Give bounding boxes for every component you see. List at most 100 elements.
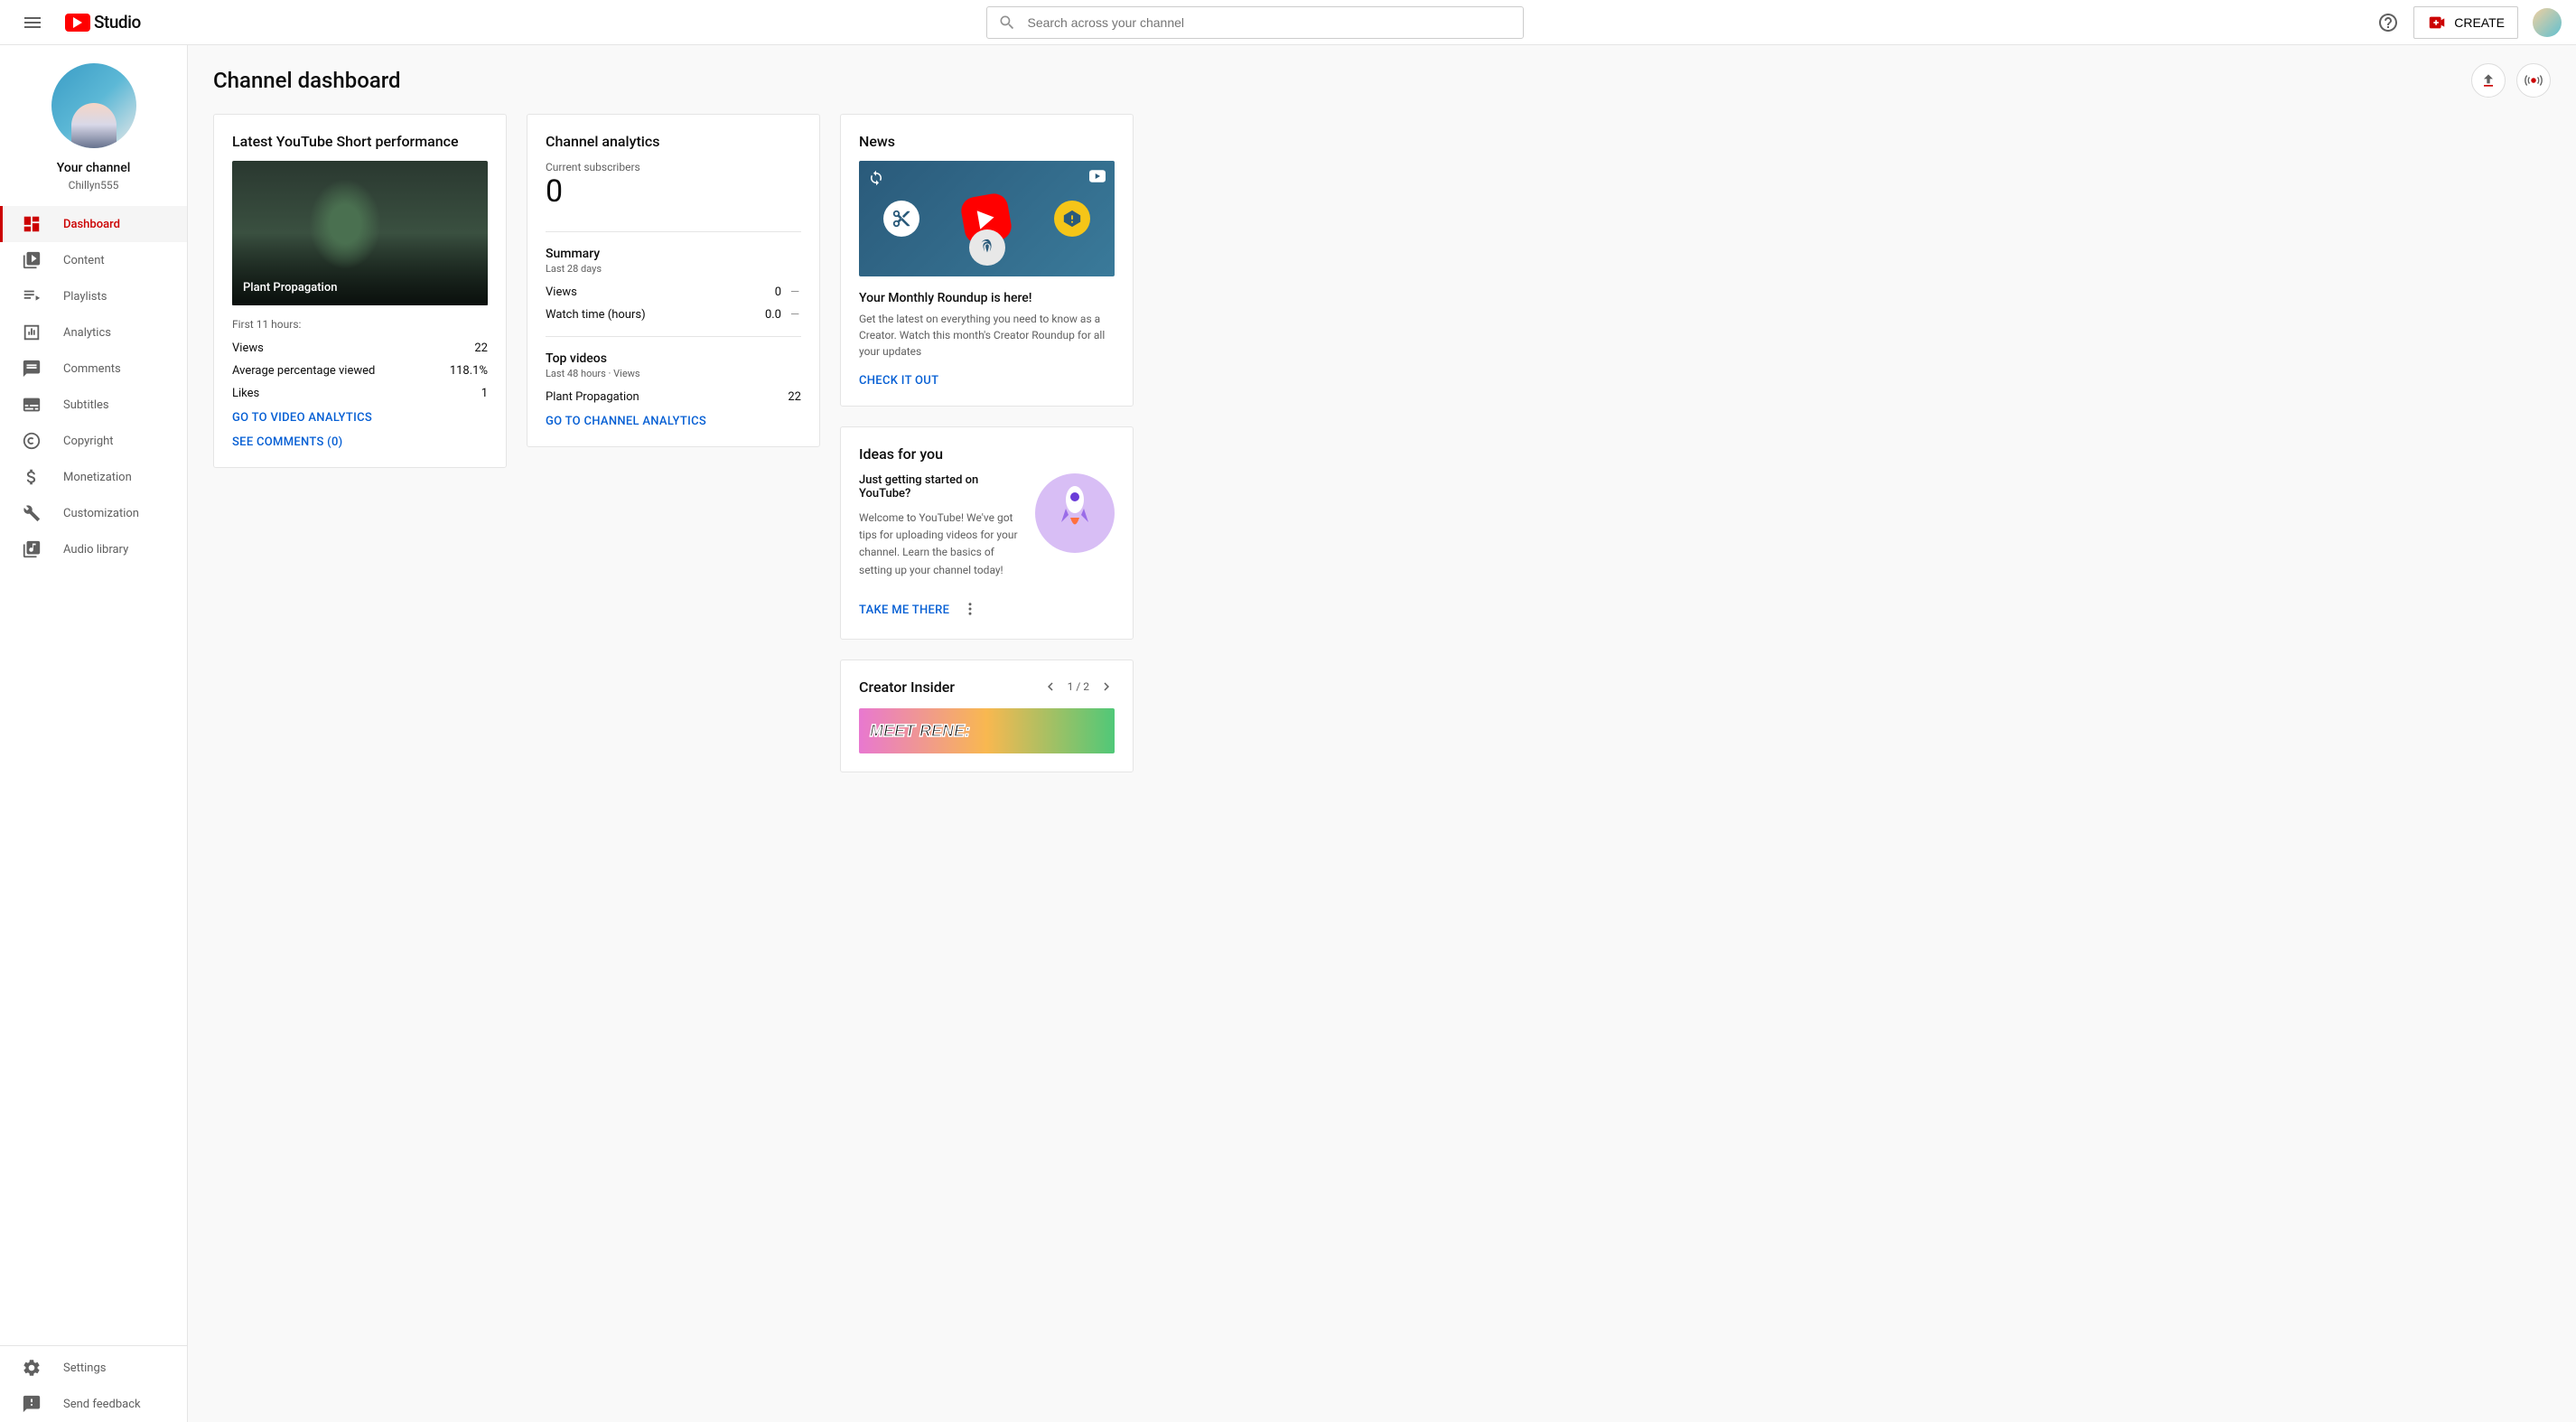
top-video-row[interactable]: Plant Propagation 22: [546, 390, 801, 404]
channel-label: Your channel: [57, 161, 131, 175]
chevron-left-icon[interactable]: [1042, 678, 1059, 695]
summary-watch: Watch time (hours) 0.0—: [546, 308, 801, 322]
page-actions: [2471, 63, 2551, 98]
insider-thumb-text: MEET RENE:: [870, 724, 970, 738]
youtube-icon: [65, 14, 90, 32]
nav-subtitles[interactable]: Subtitles: [0, 387, 187, 423]
ideas-link[interactable]: TAKE ME THERE: [859, 603, 949, 617]
channel-analytics-link[interactable]: GO TO CHANNEL ANALYTICS: [546, 415, 801, 428]
rocket-icon: [1035, 473, 1115, 553]
column-3: News Your Monthly Roundup is here! Get t…: [840, 114, 1134, 772]
summary-views: Views 0—: [546, 285, 801, 299]
nav-feedback[interactable]: Send feedback: [0, 1386, 187, 1422]
news-title: News: [859, 133, 1115, 150]
channel-info: Your channel Chillyn555: [0, 45, 187, 206]
trend-dash: —: [790, 308, 801, 322]
sidebar: Your channel Chillyn555 Dashboard Conten…: [0, 45, 188, 1422]
account-avatar[interactable]: [2533, 8, 2562, 37]
nav-audio[interactable]: Audio library: [0, 531, 187, 567]
subs-count: 0: [546, 173, 801, 210]
news-link[interactable]: CHECK IT OUT: [859, 374, 1115, 388]
ideas-card: Ideas for you Just getting started on Yo…: [840, 426, 1134, 640]
divider: [546, 231, 801, 232]
top-title: Top videos: [546, 351, 801, 366]
kebab-icon: [962, 601, 978, 617]
nav-analytics[interactable]: Analytics: [0, 314, 187, 351]
main: Channel dashboard Latest YouTube Short p…: [188, 45, 2576, 791]
nav-bottom: Settings Send feedback: [0, 1345, 187, 1422]
channel-avatar[interactable]: [51, 63, 136, 148]
channel-analytics-card: Channel analytics Current subscribers 0 …: [527, 114, 820, 447]
ideas-desc: Welcome to YouTube! We've got tips for u…: [859, 510, 1021, 579]
video-analytics-link[interactable]: GO TO VIDEO ANALYTICS: [232, 411, 488, 425]
kebab-menu-button[interactable]: [962, 601, 978, 621]
latest-short-title: Latest YouTube Short performance: [232, 133, 488, 150]
search-icon: [998, 14, 1016, 32]
video-thumbnail-title: Plant Propagation: [243, 281, 337, 295]
insider-thumbnail[interactable]: MEET RENE:: [859, 708, 1115, 753]
insider-pager: 1 / 2: [1042, 678, 1115, 695]
video-thumbnail[interactable]: Plant Propagation: [232, 161, 488, 305]
subs-label: Current subscribers: [546, 161, 801, 173]
insider-header: Creator Insider 1 / 2: [859, 678, 1115, 696]
warning-icon: [1054, 201, 1090, 237]
search-input[interactable]: [1027, 15, 1512, 30]
monetization-icon: [22, 467, 42, 487]
ideas-title: Ideas for you: [859, 445, 1115, 463]
help-icon: [2377, 12, 2399, 33]
create-label: CREATE: [2454, 15, 2505, 30]
header: Studio CREATE: [0, 0, 2576, 45]
ideas-body: Just getting started on YouTube? Welcome…: [859, 473, 1115, 579]
logo-text: Studio: [94, 12, 141, 33]
ideas-subtitle: Just getting started on YouTube?: [859, 473, 1021, 501]
sync-icon: [868, 170, 884, 190]
nav-playlists[interactable]: Playlists: [0, 278, 187, 314]
divider: [546, 336, 801, 337]
first-hours-label: First 11 hours:: [232, 318, 488, 331]
upload-icon: [2479, 71, 2497, 89]
fingerprint-icon: [969, 229, 1005, 266]
analytics-icon: [22, 323, 42, 342]
go-live-button[interactable]: [2516, 63, 2551, 98]
news-image: [859, 161, 1115, 276]
help-button[interactable]: [2370, 5, 2406, 41]
search-box[interactable]: [986, 6, 1524, 39]
page-header: Channel dashboard: [213, 63, 2551, 98]
insider-title: Creator Insider: [859, 678, 955, 696]
analytics-title: Channel analytics: [546, 133, 801, 150]
news-body: Get the latest on everything you need to…: [859, 311, 1115, 360]
nav-customization[interactable]: Customization: [0, 495, 187, 531]
column-2: Channel analytics Current subscribers 0 …: [527, 114, 820, 447]
copyright-icon: [22, 431, 42, 451]
customization-icon: [22, 503, 42, 523]
nav-settings[interactable]: Settings: [0, 1350, 187, 1386]
playlists-icon: [22, 286, 42, 306]
chevron-right-icon[interactable]: [1098, 678, 1115, 695]
nav-content[interactable]: Content: [0, 242, 187, 278]
subtitles-icon: [22, 395, 42, 415]
nav-dashboard[interactable]: Dashboard: [0, 206, 187, 242]
dashboard-icon: [22, 214, 42, 234]
yt-mini-icon: [1089, 170, 1106, 186]
logo[interactable]: Studio: [65, 12, 141, 33]
hamburger-menu-button[interactable]: [14, 5, 51, 41]
trend-dash: —: [790, 285, 801, 299]
nav-monetization[interactable]: Monetization: [0, 459, 187, 495]
upload-button[interactable]: [2471, 63, 2506, 98]
latest-short-card: Latest YouTube Short performance Plant P…: [213, 114, 507, 468]
nav-comments[interactable]: Comments: [0, 351, 187, 387]
see-comments-link[interactable]: SEE COMMENTS (0): [232, 435, 488, 449]
hamburger-icon: [22, 12, 43, 33]
dashboard-columns: Latest YouTube Short performance Plant P…: [213, 114, 2551, 772]
create-icon: [2427, 13, 2447, 33]
stat-avg: Average percentage viewed 118.1%: [232, 364, 488, 378]
summary-title: Summary: [546, 247, 801, 261]
summary-sub: Last 28 days: [546, 263, 801, 275]
header-right: CREATE: [2370, 5, 2562, 41]
nav-copyright[interactable]: Copyright: [0, 423, 187, 459]
channel-name: Chillyn555: [69, 179, 119, 192]
create-button[interactable]: CREATE: [2413, 6, 2518, 39]
column-1: Latest YouTube Short performance Plant P…: [213, 114, 507, 468]
audio-icon: [22, 539, 42, 559]
content-icon: [22, 250, 42, 270]
